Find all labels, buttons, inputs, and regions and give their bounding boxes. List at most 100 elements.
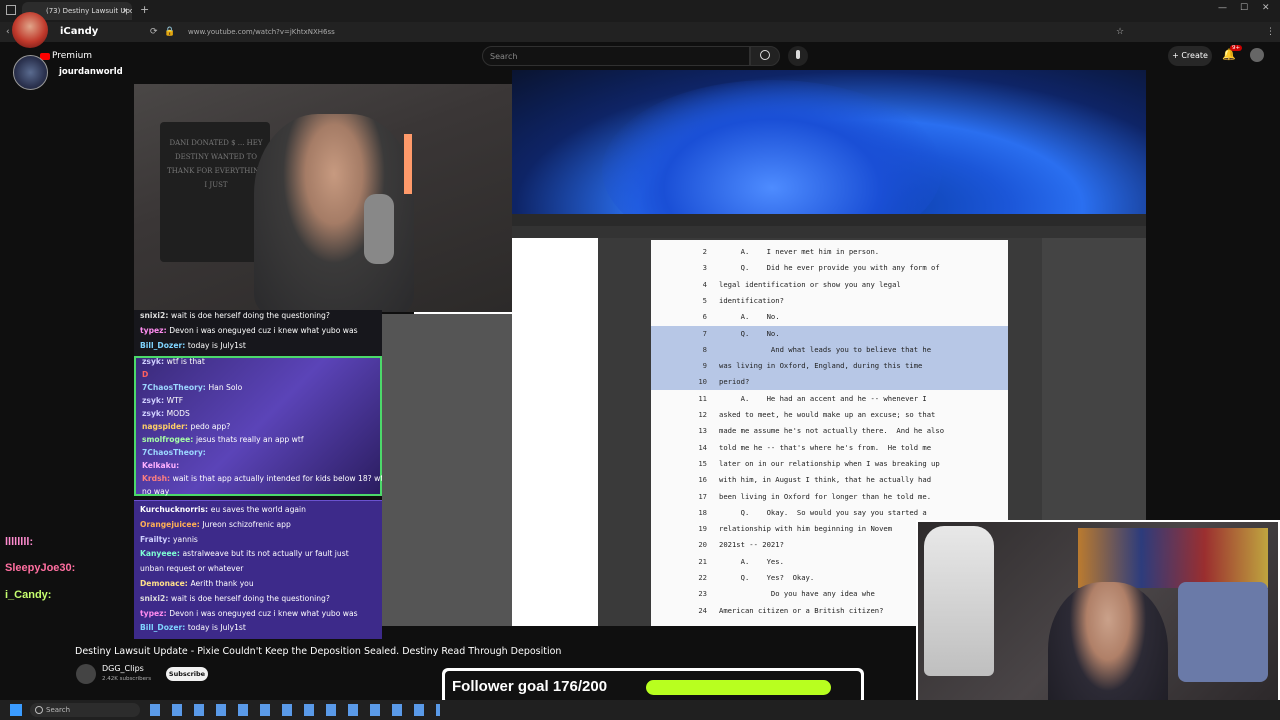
windows-taskbar: Search [0, 700, 1280, 720]
line-text: Q. Okay. So would you say you started a [719, 507, 927, 517]
chat-username[interactable]: 7ChaosTheory: [142, 383, 208, 392]
streamer-webcam: DANI DONATED $ ... HEY DESTINY WANTED TO… [134, 84, 512, 312]
line-number: 9 [702, 361, 707, 371]
chat-username[interactable]: Kurchucknorris: [140, 505, 211, 514]
chat-message: Kelkaku: [142, 461, 179, 470]
pdf-scrollbar-area[interactable] [1042, 238, 1146, 528]
line-number: 5 [702, 295, 707, 305]
taskbar-app-icons[interactable] [150, 704, 440, 716]
line-number: 13 [698, 426, 707, 436]
chat-message: typez: Devon i was oneguyed cuz i knew w… [140, 609, 358, 618]
chat-message: typez: Devon i was oneguyed cuz i knew w… [140, 326, 358, 335]
refresh-icon[interactable]: ⟳ [150, 22, 158, 42]
chat-username[interactable]: zsyk: [142, 409, 167, 418]
lock-icon: 🔒 [164, 27, 176, 37]
deposition-line: 4 legal identification or show you any le… [651, 277, 1008, 293]
chat-username[interactable]: Kelkaku: [142, 461, 179, 470]
deposition-line: 3 Q. Did he ever provide you with any fo… [651, 260, 1008, 276]
account-avatar-large[interactable] [13, 55, 48, 90]
chat-username[interactable]: Frailty: [140, 535, 173, 544]
chat-username[interactable]: zsyk: [142, 396, 167, 405]
chat-text: wait is doe herself doing the questionin… [171, 593, 330, 603]
subscriber-count: 2.42K subscribers [102, 676, 152, 682]
deposition-line: 11 A. He had an accent and he -- wheneve… [651, 391, 1008, 407]
bookmark-star-icon[interactable]: ☆ [1116, 22, 1124, 42]
line-text: relationship with him beginning in Novem [719, 524, 893, 534]
subscribe-button[interactable]: Subscribe [166, 667, 208, 681]
chat-username[interactable]: Bill_Dozer: [140, 341, 188, 350]
chat-message: Demonace: Aerith thank you [140, 579, 254, 588]
search-input[interactable]: Search [482, 46, 750, 66]
chat-message: Kanyeee: astralweave but its not actuall… [140, 549, 349, 558]
chat-text: astralweave but its not actually ur faul… [182, 549, 349, 559]
search-icon [760, 50, 770, 60]
taskbar-search[interactable]: Search [30, 703, 140, 717]
browser-tab-bar: (73) Destiny Lawsuit Updat ✕ + — ☐ ✕ [0, 0, 1280, 22]
chat-text: wtf is that [166, 357, 205, 366]
deposition-line: 15 later on in our relationship when I wa… [651, 456, 1008, 472]
chat-text: no way [142, 487, 170, 496]
line-number: 22 [698, 573, 707, 582]
chat-message: zsyk: MODS [142, 409, 190, 418]
premium-label: Premium [52, 51, 93, 61]
windows-icon[interactable] [6, 5, 16, 15]
close-tab-icon[interactable]: ✕ [122, 2, 128, 20]
chat-username[interactable]: typez: [140, 609, 169, 618]
chat-username[interactable]: smolfrogee: [142, 435, 196, 444]
deposition-line: 16 with him, in August I think, that he a… [651, 472, 1008, 488]
chat-username[interactable]: typez: [140, 326, 169, 335]
search-button[interactable] [750, 46, 780, 66]
line-number: 14 [698, 442, 707, 452]
start-icon[interactable] [10, 704, 22, 716]
back-icon[interactable]: ‹ [6, 22, 10, 42]
url-field[interactable]: www.youtube.com/watch?v=jKhtxNXH6ss [188, 22, 335, 42]
chat-username[interactable]: zsyk: [142, 357, 167, 366]
chat-username[interactable]: Bill_Dozer: [140, 623, 188, 632]
line-number: 6 [702, 312, 707, 322]
chat-text: pedo app? [190, 422, 231, 431]
chat-username[interactable]: Kanyeee: [140, 549, 183, 558]
line-text: identification? [719, 295, 784, 305]
deposition-line: 17 been living in Oxford for longer than … [651, 489, 1008, 505]
donation-sign-text: DANI DONATED $ ... HEY DESTINY WANTED TO… [167, 139, 265, 189]
line-text: A. Yes. [719, 556, 784, 566]
line-number: 2 [702, 247, 707, 256]
chat-username[interactable]: D [142, 370, 148, 379]
close-window-icon[interactable]: ✕ [1262, 3, 1270, 13]
second-webcam [916, 520, 1280, 720]
chat-message: snixi2: wait is doe herself doing the qu… [140, 594, 330, 603]
chat-message: 7ChaosTheory: [142, 448, 206, 457]
chat-message: Bill_Dozer: today is July1st [140, 341, 246, 350]
chat-username[interactable]: nagspider: [142, 422, 191, 431]
new-tab-icon[interactable]: + [140, 3, 149, 16]
microphone-prop [364, 194, 394, 264]
chat-username[interactable]: Krdsh: [142, 474, 173, 483]
streamer-avatar[interactable] [12, 12, 48, 48]
chat-text: wait is doe herself doing the questionin… [171, 311, 330, 320]
search-icon [35, 706, 43, 714]
chat-message: Frailty: yannis [140, 535, 198, 544]
account-avatar[interactable] [1250, 48, 1264, 62]
chat-username[interactable]: 7ChaosTheory: [142, 448, 206, 457]
deposition-line: 12 asked to meet, he would make up an exc… [651, 407, 1008, 423]
microphone-icon[interactable] [788, 46, 808, 66]
chat-username[interactable]: Orangejuicee: [140, 520, 202, 529]
chat-username[interactable]: Demonace: [140, 579, 190, 588]
menu-dots-icon[interactable]: ⋮ [1266, 22, 1275, 42]
maximize-icon[interactable]: ☐ [1240, 3, 1248, 13]
line-text: A. No. [719, 312, 780, 322]
chat-username[interactable]: snixi2: [140, 311, 171, 320]
minimize-icon[interactable]: — [1218, 3, 1227, 13]
channel-avatar[interactable] [76, 664, 96, 684]
chat-username[interactable]: snixi2: [140, 594, 171, 603]
chat-text: MODS [166, 409, 190, 418]
chat-message: 7ChaosTheory: Han Solo [142, 383, 242, 392]
line-number: 11 [698, 393, 707, 403]
tab-title: (73) Destiny Lawsuit Updat [46, 7, 132, 15]
chat-text: unban request or whatever [140, 564, 244, 574]
create-button[interactable]: + Create [1168, 46, 1212, 66]
line-number: 3 [702, 263, 707, 273]
chat-message: zsyk: WTF [142, 396, 183, 405]
channel-name[interactable]: DGG_Clips [102, 664, 144, 673]
chat-message: smolfrogee: jesus thats really an app wt… [142, 435, 304, 444]
